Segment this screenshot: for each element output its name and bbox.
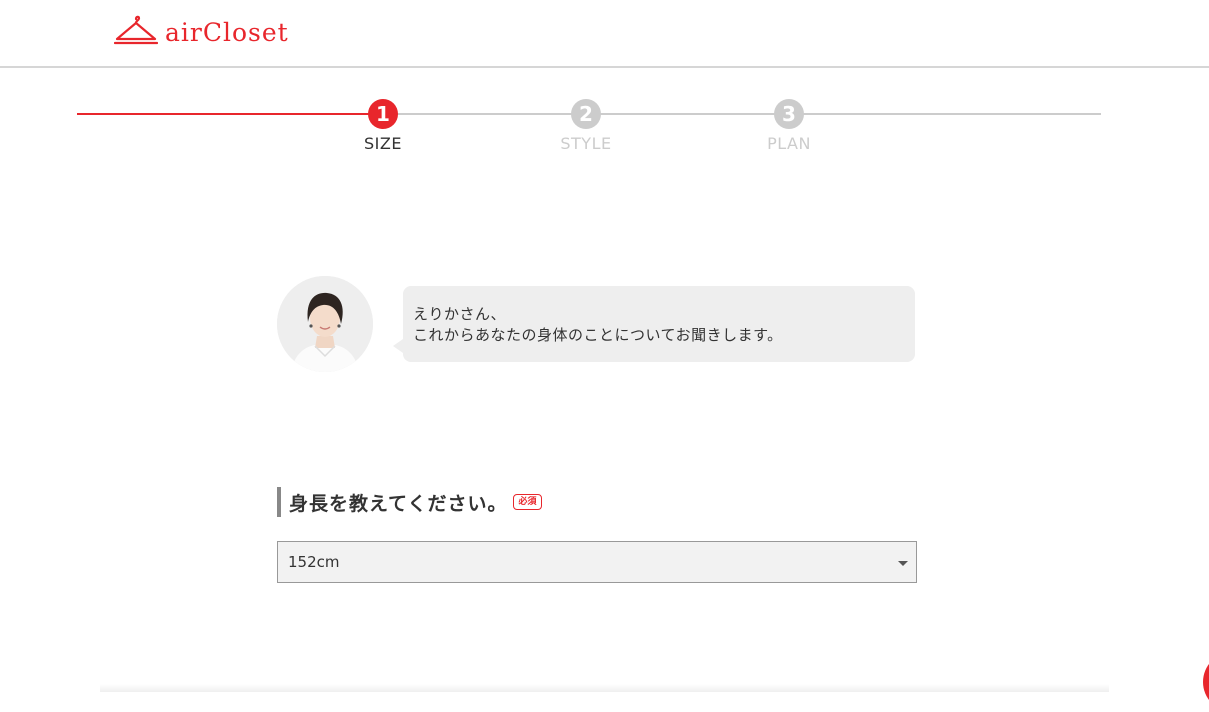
height-select-value: 152cm xyxy=(288,553,340,571)
aircloset-logo[interactable]: airCloset xyxy=(114,12,289,48)
required-badge: 必須 xyxy=(513,494,542,510)
hanger-icon xyxy=(114,15,158,45)
step-label: STYLE xyxy=(560,134,612,153)
step-label: SIZE xyxy=(364,134,402,153)
height-select[interactable]: 152cm xyxy=(277,541,917,583)
step-number: 2 xyxy=(571,99,601,129)
step-number: 3 xyxy=(774,99,804,129)
step-number: 1 xyxy=(368,99,398,129)
logo-text: airCloset xyxy=(165,17,289,47)
question-title: 身長を教えてください。 xyxy=(289,492,508,515)
stepper-remaining-line xyxy=(383,113,1101,115)
step-label: PLAN xyxy=(767,134,811,153)
message-line-1: えりかさん、 xyxy=(413,305,507,323)
footer-shadow xyxy=(100,684,1109,692)
stylist-avatar xyxy=(277,276,373,372)
message-line-2: これからあなたの身体のことについてお聞きします。 xyxy=(413,326,783,344)
stylist-avatar-image xyxy=(277,276,373,372)
step-size: 1 SIZE xyxy=(343,99,423,153)
site-header: airCloset xyxy=(0,0,1209,68)
stepper-progress-line xyxy=(77,113,383,115)
progress-stepper: 1 SIZE 2 STYLE 3 PLAN xyxy=(0,96,1209,166)
floating-chat-button[interactable] xyxy=(1203,652,1209,712)
step-plan: 3 PLAN xyxy=(749,99,829,153)
stylist-message-bubble: えりかさん、 これからあなたの身体のことについてお聞きします。 xyxy=(393,286,915,362)
dropdown-arrow-icon xyxy=(898,561,908,566)
height-question-heading: 身長を教えてください。 必須 xyxy=(277,487,542,517)
step-style: 2 STYLE xyxy=(546,99,626,153)
